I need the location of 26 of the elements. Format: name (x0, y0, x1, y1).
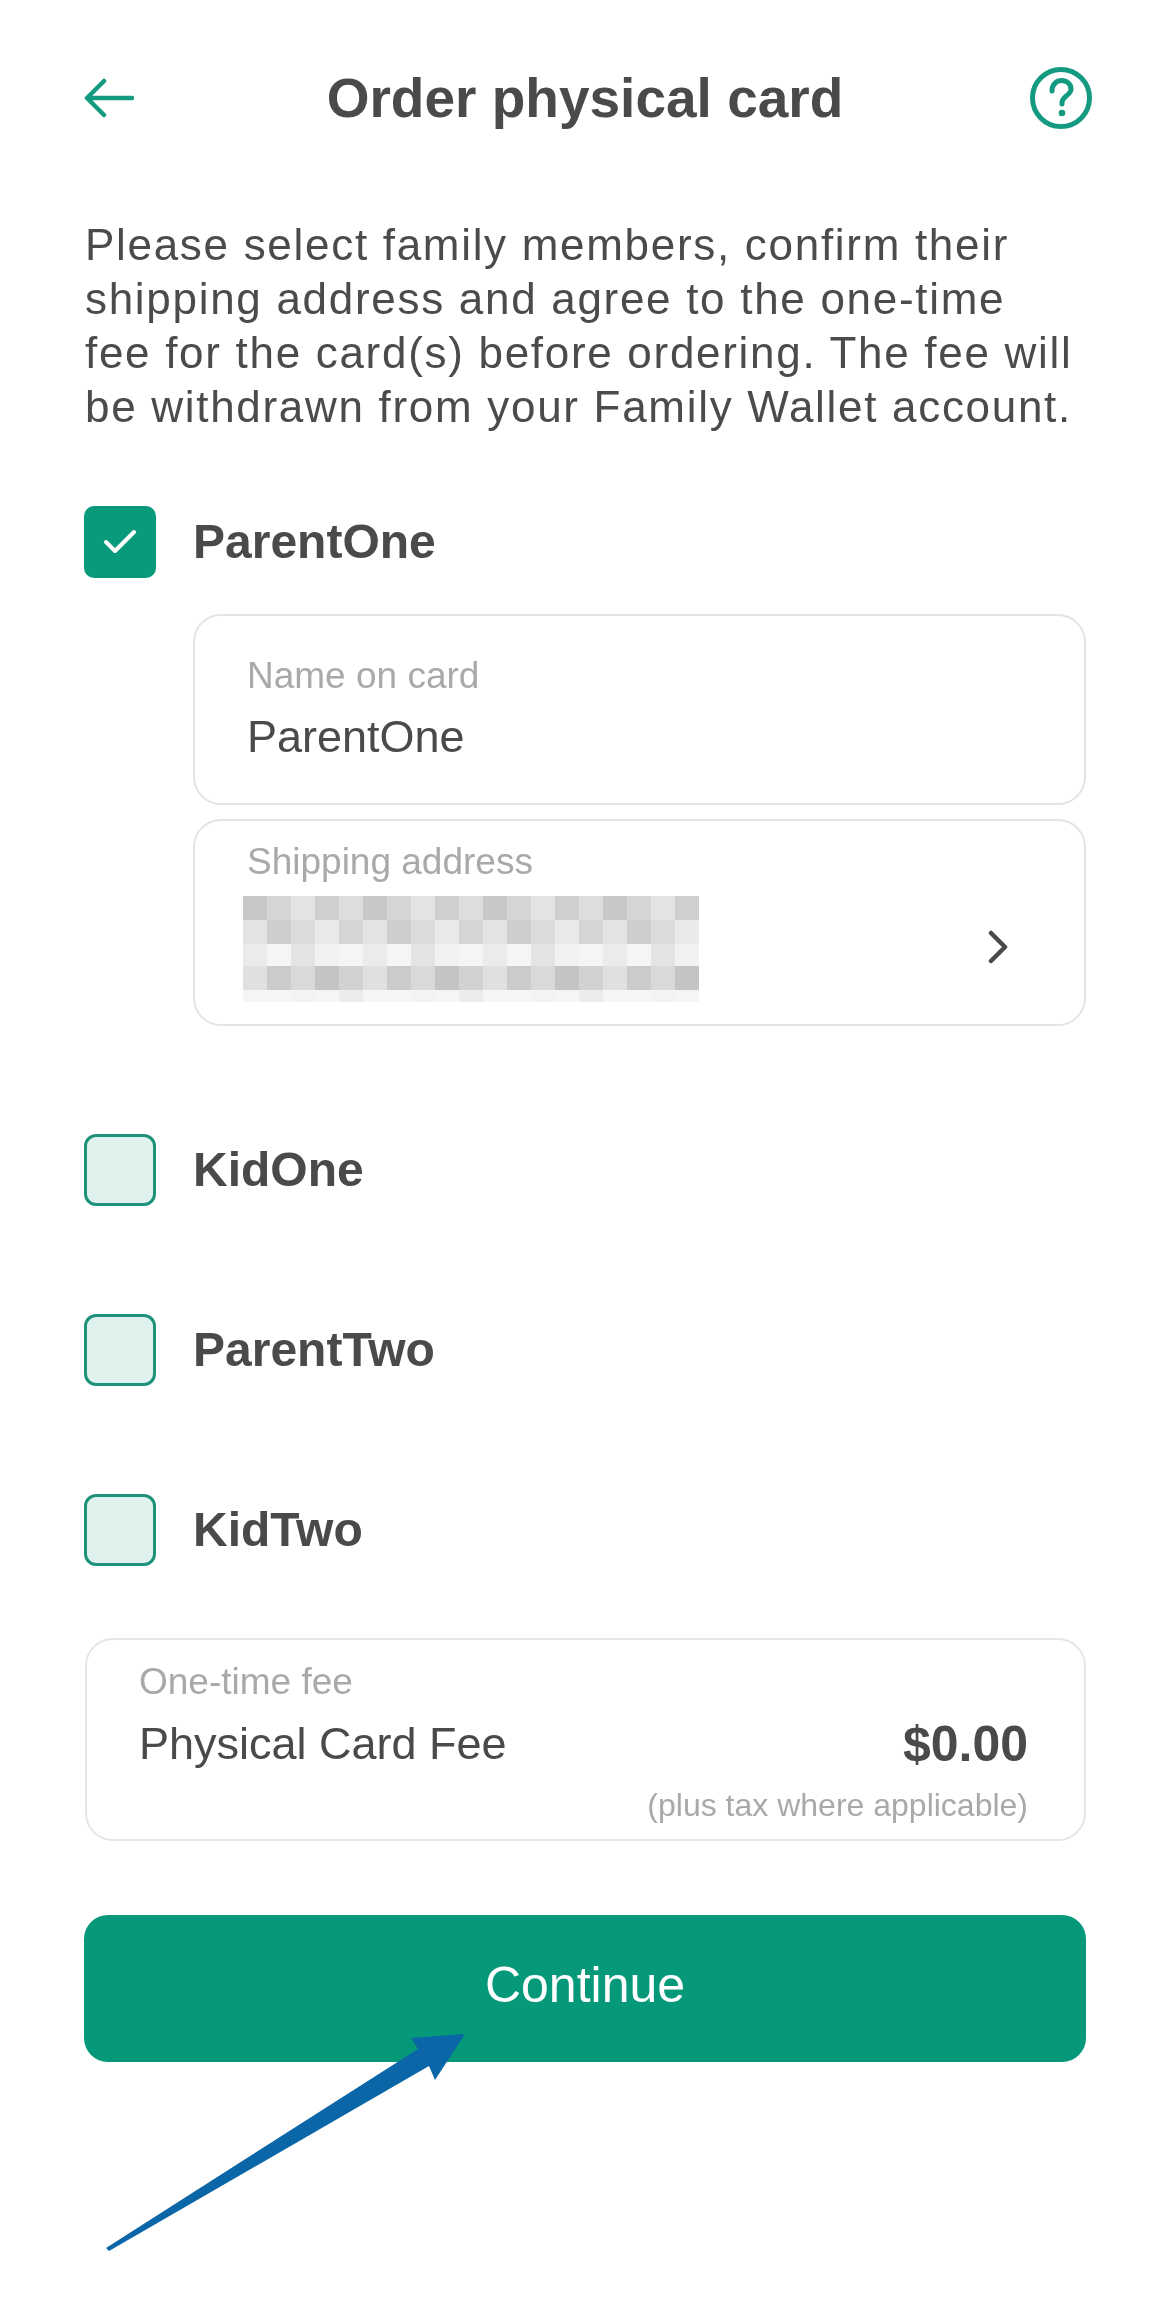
fee-amount: $0.00 (902, 1716, 1028, 1772)
checkbox[interactable] (84, 1494, 156, 1566)
checkbox[interactable] (84, 506, 156, 578)
arrow-left-icon (84, 78, 134, 118)
back-button[interactable] (84, 78, 134, 118)
fee-item: Physical Card Fee (139, 1717, 507, 1771)
help-icon (1030, 67, 1092, 129)
member-name: ParentOne (193, 514, 436, 570)
field-label: Name on card (247, 655, 481, 697)
checkmark-icon (103, 529, 137, 555)
fee-label: One-time fee (139, 1661, 354, 1703)
name-on-card-field[interactable]: Name on card ParentOne (193, 614, 1086, 805)
checkbox[interactable] (84, 1314, 156, 1386)
chevron-right-icon (988, 929, 1008, 964)
member-name: KidOne (193, 1142, 364, 1198)
page-title: Order physical card (326, 66, 844, 130)
field-value: ParentOne (247, 710, 466, 764)
member-name: KidTwo (193, 1502, 363, 1558)
tax-note: (plus tax where applicable) (647, 1786, 1028, 1824)
help-button[interactable] (1030, 67, 1092, 129)
member-name: ParentTwo (193, 1322, 435, 1378)
field-label: Shipping address (247, 841, 534, 883)
continue-button[interactable]: Continue (84, 1915, 1086, 2062)
instructions-text: Please select family members, confirm their shipping address and agree to the one-time fee for the card(s) before ordering. The fee will be withdrawn from your Family Wallet account. (85, 219, 1074, 433)
checkbox[interactable] (84, 1134, 156, 1206)
shipping-address-field[interactable]: Shipping address (193, 819, 1086, 1026)
